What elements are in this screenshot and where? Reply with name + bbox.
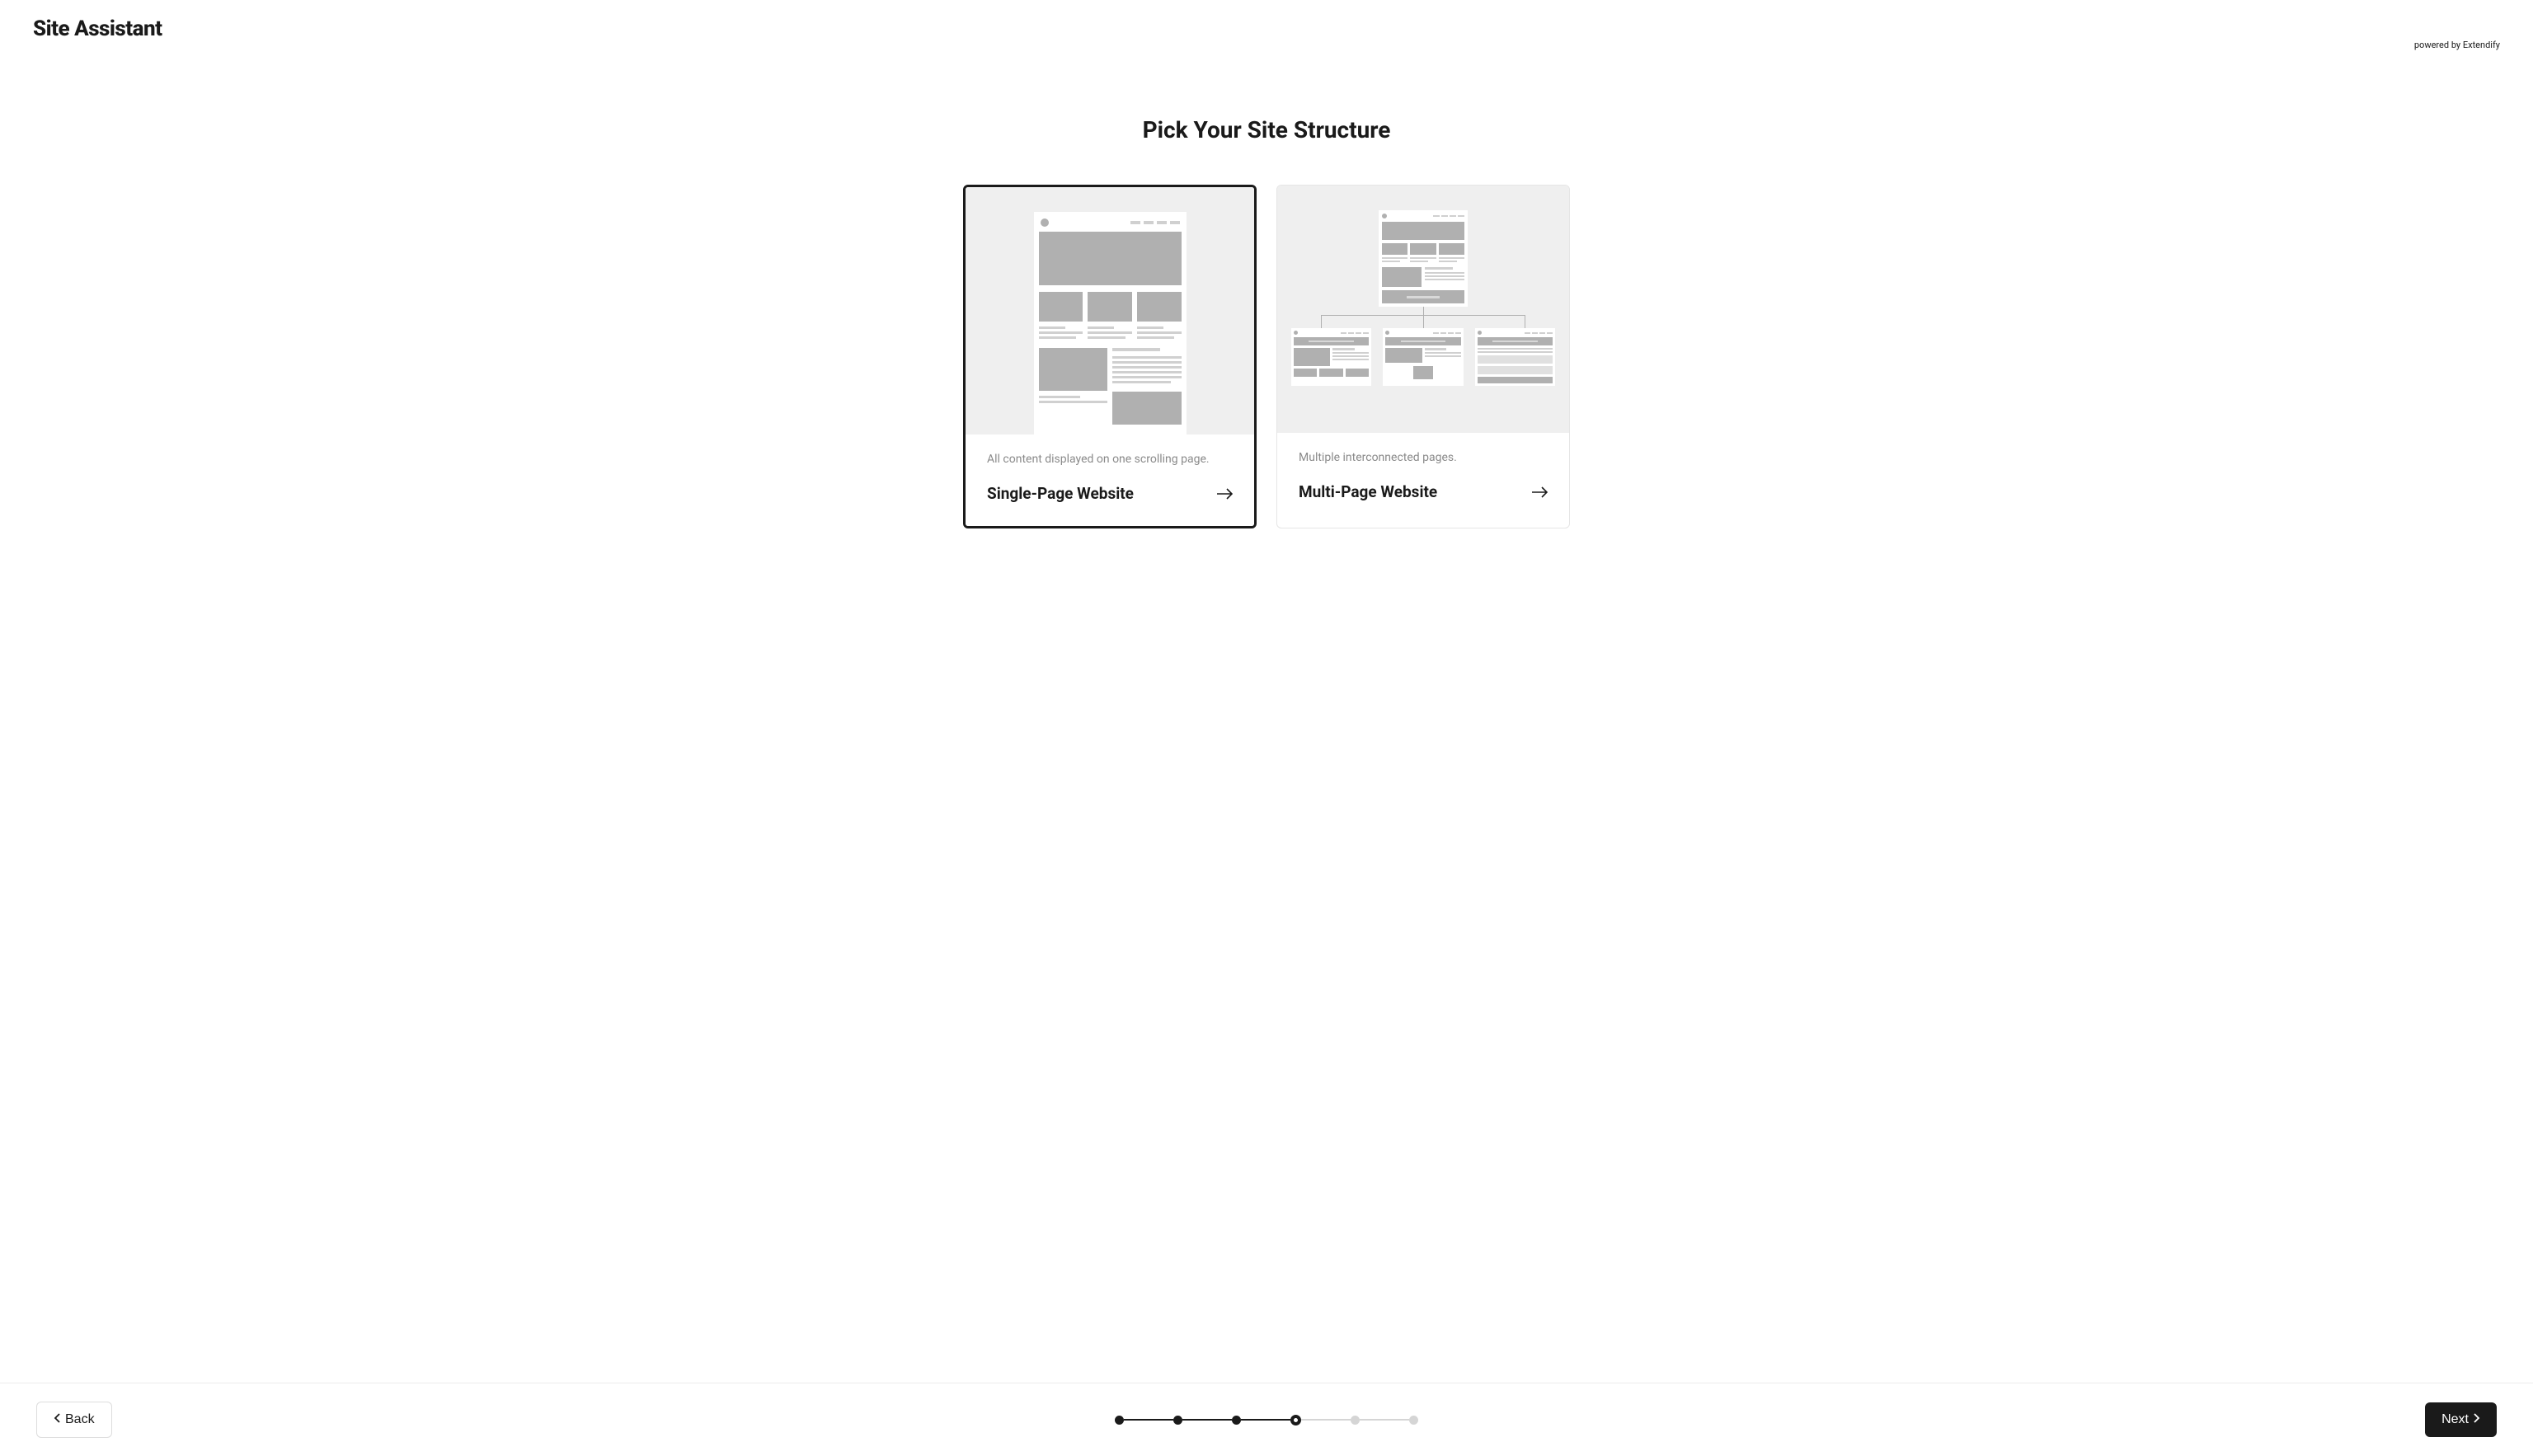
step-segment (1241, 1419, 1290, 1421)
brand-logo: Site Assistant powered by Extendify (33, 16, 2500, 50)
step-segment (1182, 1419, 1232, 1421)
progress-stepper (1115, 1415, 1418, 1425)
arrow-right-icon (1531, 486, 1548, 498)
arrow-right-icon (1216, 488, 1233, 500)
next-button[interactable]: Next (2425, 1402, 2497, 1437)
option-description: Multiple interconnected pages. (1299, 451, 1548, 464)
wizard-footer: Back Next (0, 1383, 2533, 1456)
chevron-right-icon (2472, 1412, 2480, 1427)
option-description: All content displayed on one scrolling p… (987, 453, 1233, 466)
back-label: Back (65, 1412, 95, 1427)
main-content: Pick Your Site Structure (0, 67, 2533, 1383)
step-segment (1301, 1419, 1351, 1421)
step-dot-3 (1232, 1416, 1241, 1425)
step-segment (1124, 1419, 1173, 1421)
brand-subtitle: powered by Extendify (33, 40, 2500, 50)
back-button[interactable]: Back (36, 1402, 112, 1438)
step-dot-2 (1173, 1416, 1182, 1425)
step-dot-1 (1115, 1416, 1124, 1425)
step-dot-6 (1409, 1416, 1418, 1425)
brand-title: Site Assistant (33, 16, 2500, 41)
option-single-page[interactable]: All content displayed on one scrolling p… (963, 185, 1257, 528)
chevron-left-icon (54, 1412, 62, 1427)
option-title: Single-Page Website (987, 484, 1134, 503)
page-title: Pick Your Site Structure (1143, 116, 1391, 143)
single-page-preview (966, 187, 1254, 434)
structure-options: All content displayed on one scrolling p… (963, 185, 1570, 528)
step-dot-4-current (1290, 1415, 1301, 1425)
multi-page-preview (1277, 186, 1569, 433)
step-dot-5 (1351, 1416, 1360, 1425)
step-segment (1360, 1419, 1409, 1421)
option-multi-page[interactable]: Multiple interconnected pages. Multi-Pag… (1276, 185, 1570, 528)
next-label: Next (2441, 1412, 2469, 1427)
option-title: Multi-Page Website (1299, 482, 1437, 501)
app-header: Site Assistant powered by Extendify (0, 0, 2533, 67)
